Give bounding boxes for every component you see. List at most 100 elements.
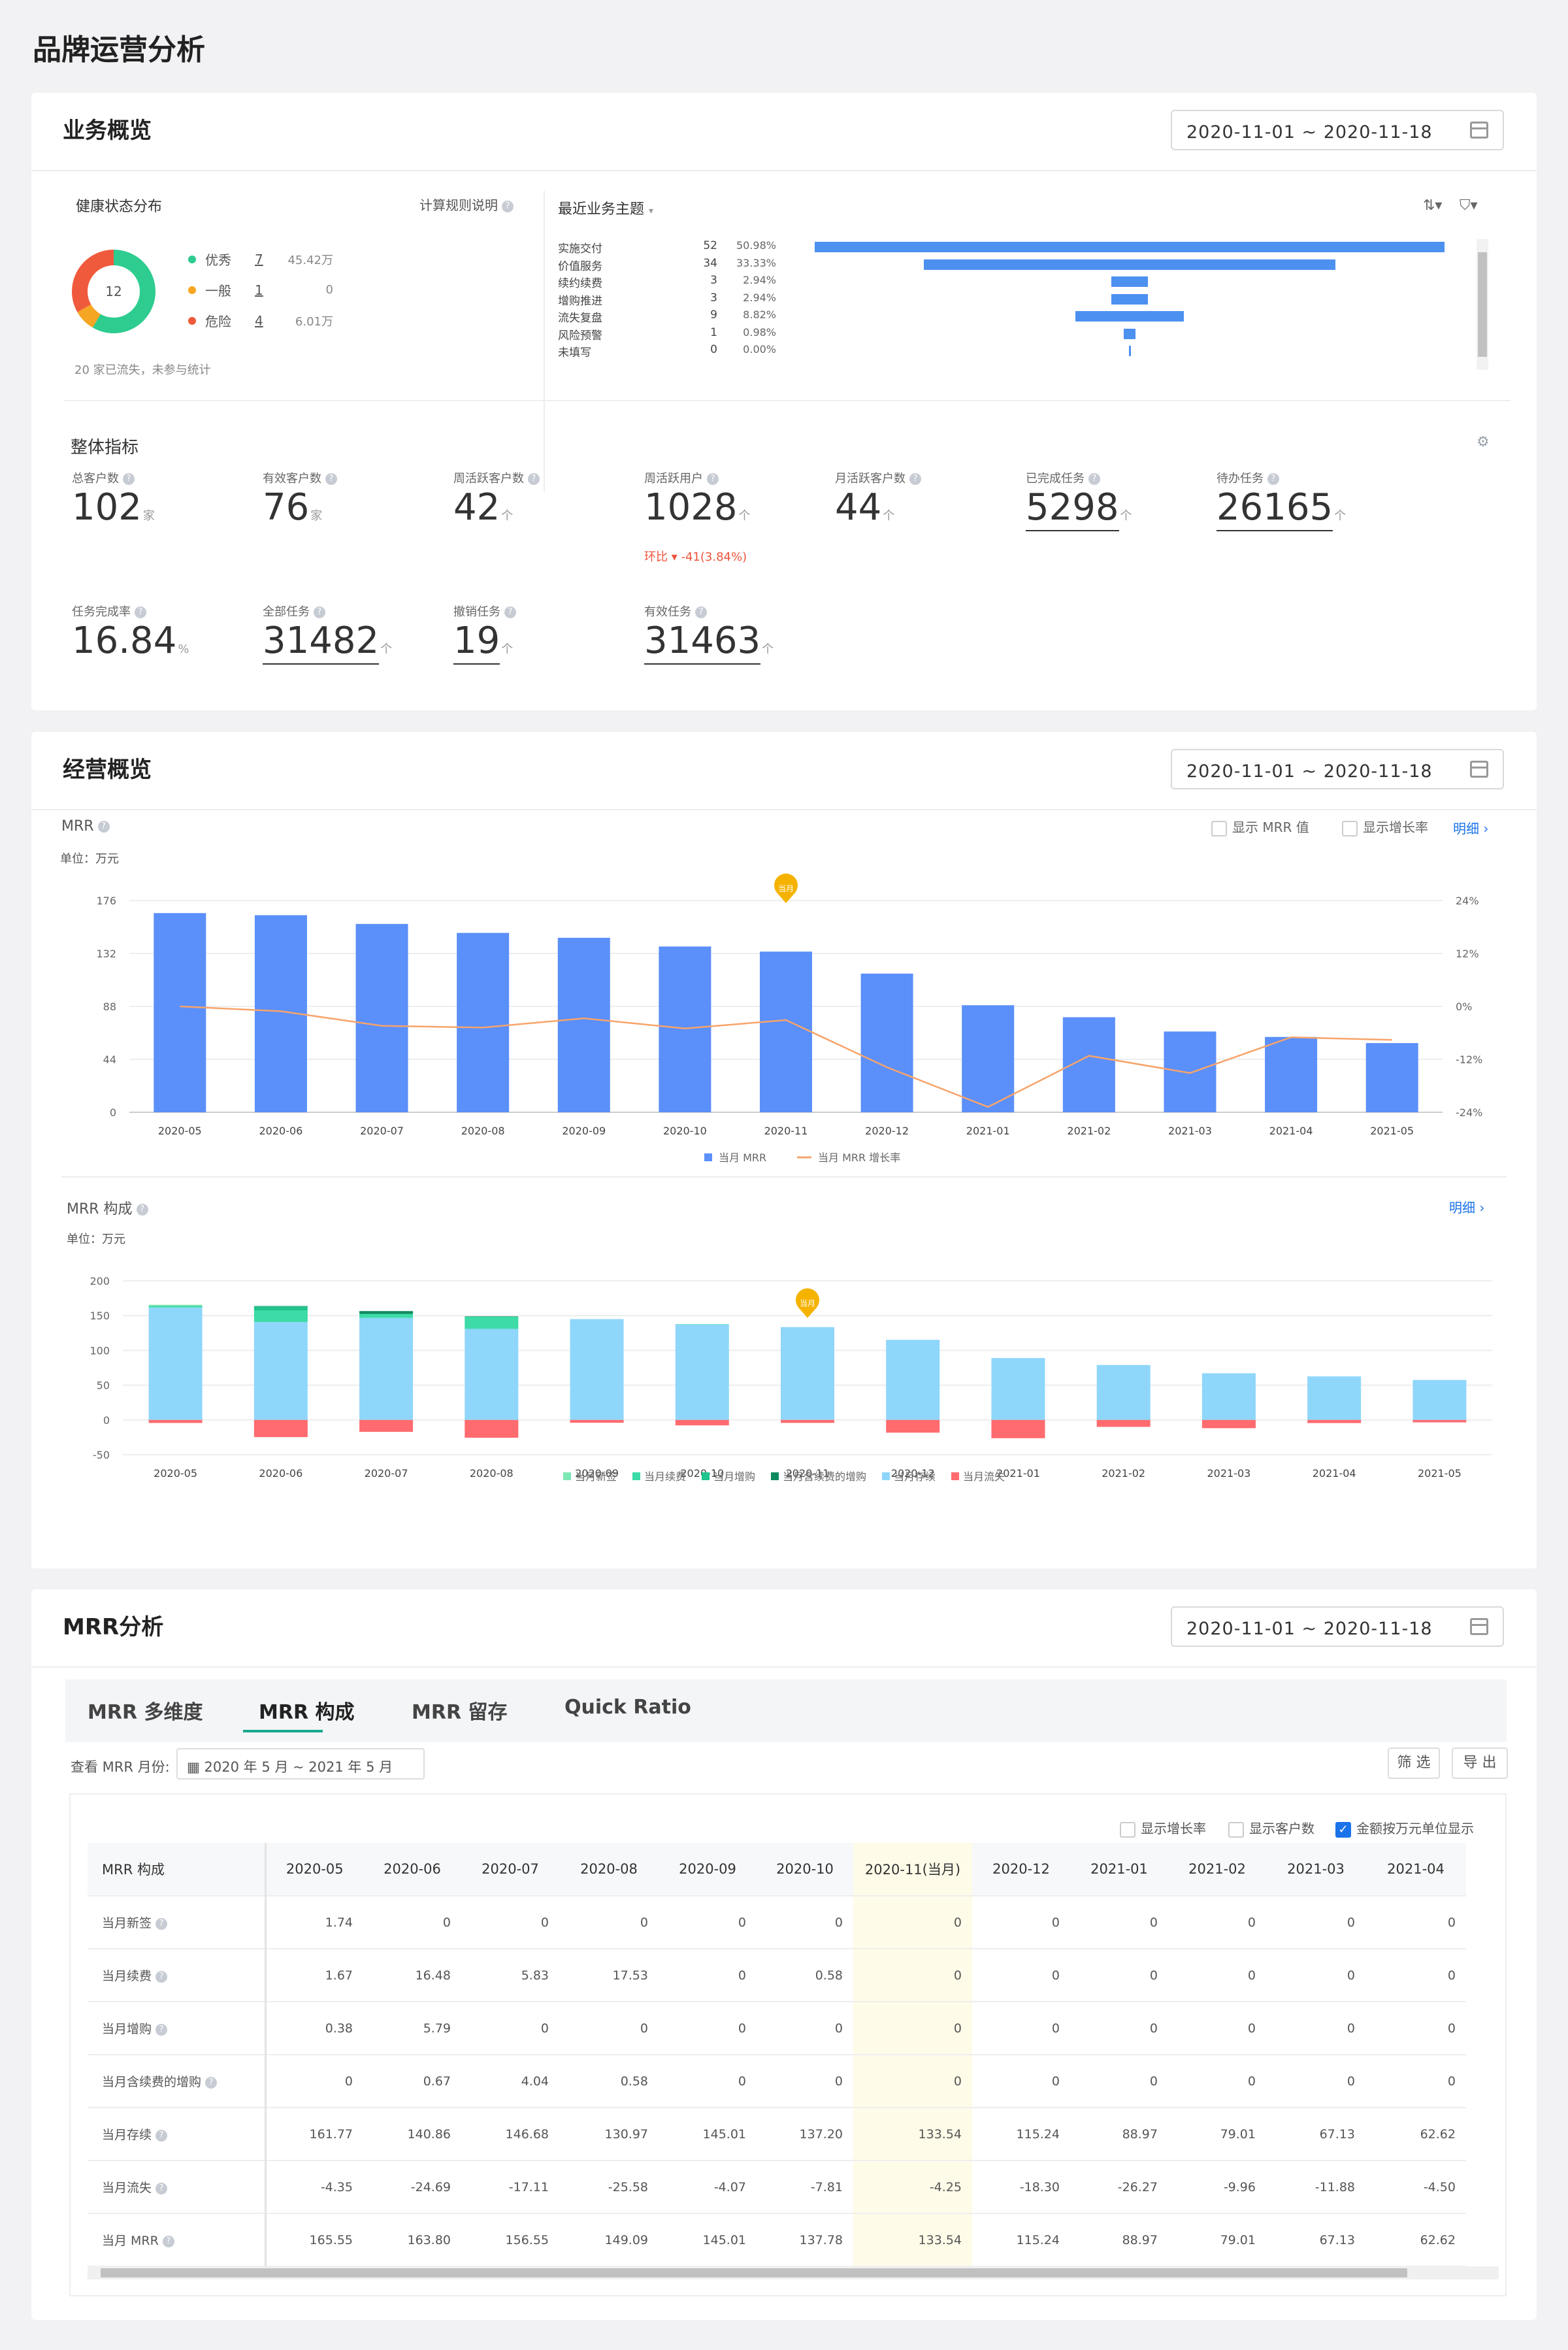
churn-bar-segment [781, 1419, 834, 1423]
metrics-title: 整体指标 [71, 438, 139, 457]
y2-tick-label: -12% [1456, 1053, 1482, 1066]
legend-label: 当月 MRR 增长率 [818, 1151, 900, 1164]
metric-value[interactable]: 26165 个 [1217, 486, 1346, 531]
x-tick-label: 2021-03 [1207, 1467, 1250, 1480]
metric-value[interactable]: 19 个 [453, 620, 513, 665]
table-cell: 0.58 [757, 1949, 853, 2002]
table-cell: 0 [1168, 2002, 1266, 2055]
composition-bar-segment [781, 1327, 834, 1420]
table-cell: 140.86 [363, 2108, 461, 2161]
column-header: 2021-04 [1365, 1843, 1466, 1896]
table-cell: 0.38 [265, 2002, 363, 2055]
metric-value[interactable]: 31463 个 [644, 620, 774, 665]
x-tick-label: 2021-05 [1418, 1467, 1462, 1480]
rule-link[interactable]: 计算规则说明? [419, 195, 514, 214]
health-count[interactable]: 1 [255, 282, 287, 298]
column-header: 2021-03 [1266, 1843, 1365, 1896]
health-count[interactable]: 4 [255, 313, 287, 329]
health-legend-item: 危险 4 6.01万 [188, 311, 351, 330]
topic-pct: 2.94% [743, 274, 776, 286]
metric-label: 周活跃客户数? [453, 469, 540, 486]
table-cell: -7.81 [757, 2160, 853, 2214]
table-horizontal-scrollbar[interactable] [88, 2266, 1499, 2279]
topic-funnel-bar[interactable] [1111, 293, 1148, 305]
topic-count: 9 [710, 308, 717, 322]
show-mrr-checkbox[interactable]: 显示 MRR 值 [1211, 817, 1309, 836]
table-cell: 0 [1070, 1949, 1168, 2002]
topic-funnel-bar[interactable] [923, 259, 1336, 270]
mrr-date-picker[interactable]: 2020-11-01 ~ 2020-11-18 [1171, 1606, 1504, 1647]
option-growth[interactable]: 显示增长率 [1120, 1818, 1206, 1838]
mrr-tab[interactable]: MRR 构成 [259, 1696, 355, 1725]
date-range-text: 2020-11-01 ~ 2020-11-18 [1186, 122, 1433, 142]
health-count[interactable]: 7 [255, 252, 287, 267]
composition-unit: 单位：万元 [67, 1233, 125, 1246]
table-row: 当月 MRR? 165.55 163.80 156.55 149.09 145.01 137… [88, 2213, 1466, 2267]
table-cell: -26.27 [1070, 2160, 1168, 2214]
composition-bar-segment [148, 1304, 203, 1306]
mrr-detail-link[interactable]: 明细 › [1453, 818, 1488, 837]
topic-name: 风险预警 [558, 329, 602, 342]
filter-icon[interactable]: ⛉▾ [1460, 197, 1478, 214]
table-cell: 133.54 [853, 2108, 972, 2161]
filter-button[interactable]: 筛 选 [1388, 1747, 1440, 1779]
table-cell: 67.13 [1266, 2213, 1365, 2267]
composition-bar-segment [886, 1340, 940, 1420]
topics-title[interactable]: 最近业务主题 ▾ [558, 197, 653, 218]
table-cell: 0.58 [559, 2055, 659, 2108]
topic-funnel-bar[interactable] [1128, 346, 1131, 356]
option-unit[interactable]: ✓ 金额按万元单位显示 [1335, 1818, 1474, 1838]
topic-funnel-bar[interactable] [1111, 276, 1148, 287]
table-cell: 0 [559, 2002, 659, 2055]
table-cell: 0 [659, 2002, 757, 2055]
composition-detail-link[interactable]: 明细 › [1449, 1197, 1484, 1216]
metric-value[interactable]: 5298 个 [1026, 486, 1132, 531]
table-row: 当月存续? 161.77 140.86 146.68 130.97 145.01 137.2… [88, 2108, 1466, 2161]
composition-bar-segment [148, 1307, 203, 1420]
table-cell: 62.62 [1365, 2108, 1466, 2161]
export-button[interactable]: 导 出 [1452, 1747, 1508, 1779]
option-customers[interactable]: 显示客户数 [1228, 1818, 1315, 1838]
churn-bar-segment [359, 1419, 414, 1432]
topic-funnel-bar[interactable] [815, 242, 1445, 252]
month-range-picker[interactable]: ▦ 2020 年 5 月 ~ 2021 年 5 月 [176, 1748, 425, 1779]
table-cell: 5.79 [363, 2002, 461, 2055]
table-cell: 0 [363, 1896, 461, 1949]
mrr-tab[interactable]: MRR 多维度 [88, 1696, 203, 1725]
question-icon: ? [707, 473, 719, 485]
show-growth-checkbox[interactable]: 显示增长率 [1342, 817, 1428, 836]
x-tick-label: 2020-06 [259, 1125, 302, 1137]
composition-bar-segment [1201, 1373, 1256, 1420]
x-tick-label: 2020-06 [259, 1467, 302, 1480]
health-label: 优秀 [205, 252, 231, 268]
question-icon: ? [504, 606, 516, 618]
settings-gear-icon[interactable]: ⚙ [1477, 434, 1490, 450]
sort-icon[interactable]: ⇅▾ [1423, 197, 1442, 214]
business-date-picker[interactable]: 2020-11-01 ~ 2020-11-18 [1171, 110, 1504, 150]
y-tick-label: 44 [103, 1053, 116, 1066]
topic-funnel-bar[interactable] [1123, 328, 1136, 339]
question-icon: ? [909, 473, 921, 485]
topic-funnel-bar[interactable] [1075, 311, 1184, 322]
metric-value[interactable]: 31482 个 [263, 620, 392, 665]
operations-date-picker[interactable]: 2020-11-01 ~ 2020-11-18 [1171, 749, 1504, 789]
question-icon: ? [314, 606, 325, 618]
table-cell: 0 [972, 1896, 1070, 1949]
mrr-tab[interactable]: Quick Ratio [564, 1696, 691, 1719]
x-tick-label: 2020-11 [764, 1125, 808, 1137]
metric-label: 有效客户数? [263, 469, 337, 486]
table-cell: 115.24 [972, 2108, 1070, 2161]
topic-name: 流失复盘 [558, 312, 602, 325]
mrr-tab[interactable]: MRR 留存 [412, 1696, 508, 1725]
table-cell: 62.62 [1365, 2213, 1466, 2267]
question-icon: ? [155, 2182, 168, 2194]
health-amount: 6.01万 [295, 314, 333, 329]
topics-scrollbar[interactable] [1477, 239, 1488, 370]
table-cell: 0 [1070, 1896, 1168, 1949]
health-amount: 0 [325, 283, 333, 297]
question-icon: ? [325, 473, 337, 485]
topic-count: 34 [703, 256, 717, 270]
table-cell: 145.01 [659, 2108, 757, 2161]
metric-label: 月活跃客户数? [835, 469, 921, 486]
table-cell: 156.55 [461, 2213, 559, 2267]
